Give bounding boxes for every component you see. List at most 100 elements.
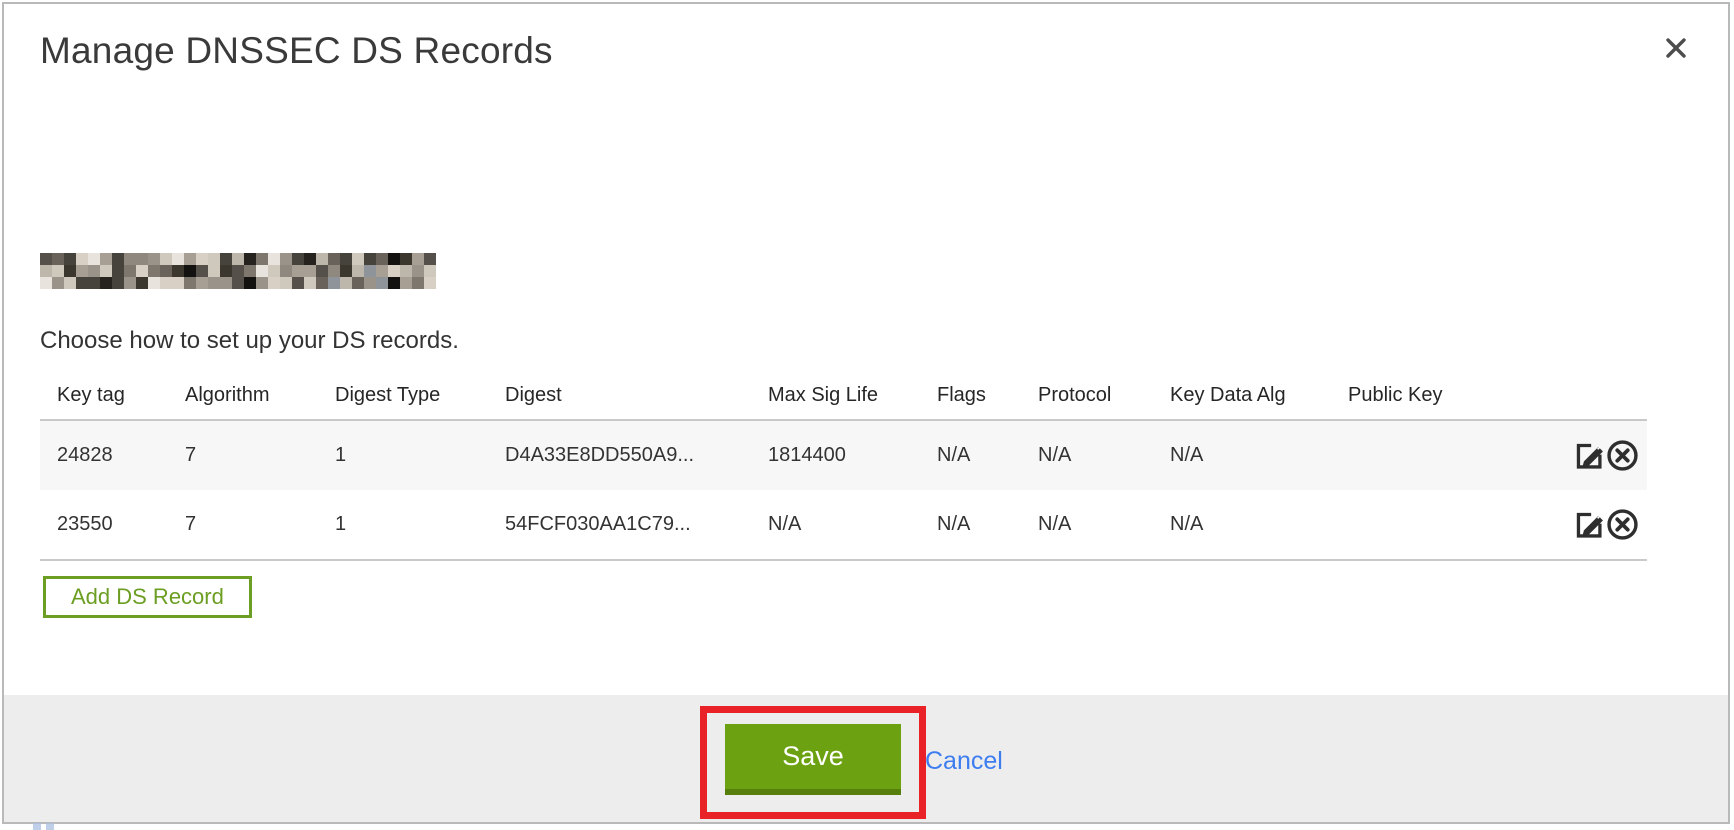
redacted-pixel bbox=[292, 253, 304, 265]
redacted-pixel bbox=[244, 253, 256, 265]
cancel-link[interactable]: Cancel bbox=[925, 747, 1003, 776]
redacted-pixel bbox=[316, 277, 328, 289]
remove-record-button[interactable] bbox=[1606, 439, 1639, 472]
redacted-pixel bbox=[148, 277, 160, 289]
redacted-pixel bbox=[64, 265, 76, 277]
redacted-pixel bbox=[124, 265, 136, 277]
remove-record-button[interactable] bbox=[1606, 508, 1639, 541]
redacted-pixel bbox=[340, 253, 352, 265]
redacted-pixel bbox=[184, 253, 196, 265]
page-background-artifact bbox=[33, 823, 57, 830]
redacted-pixel bbox=[52, 265, 64, 277]
cell-max-sig-life: 1814400 bbox=[768, 444, 937, 467]
redacted-pixel bbox=[220, 277, 232, 289]
redacted-pixel bbox=[280, 253, 292, 265]
redacted-pixel bbox=[196, 277, 208, 289]
table-body: 24828 7 1 D4A33E8DD550A9... 1814400 N/A … bbox=[40, 419, 1647, 561]
redacted-pixel bbox=[304, 253, 316, 265]
redacted-pixel bbox=[304, 277, 316, 289]
cell-digest: D4A33E8DD550A9... bbox=[505, 444, 768, 467]
row-actions bbox=[1530, 439, 1647, 472]
redacted-pixel bbox=[268, 253, 280, 265]
redacted-pixel bbox=[256, 253, 268, 265]
remove-icon bbox=[1606, 508, 1639, 541]
redacted-pixel bbox=[376, 265, 388, 277]
redacted-pixel bbox=[208, 253, 220, 265]
column-header-algorithm: Algorithm bbox=[185, 384, 335, 407]
column-header-key-tag: Key tag bbox=[40, 384, 185, 407]
redacted-pixel bbox=[220, 265, 232, 277]
redacted-pixel bbox=[208, 277, 220, 289]
cell-digest: 54FCF030AA1C79... bbox=[505, 513, 768, 536]
redacted-pixel bbox=[112, 265, 124, 277]
redacted-pixel bbox=[232, 277, 244, 289]
redacted-pixel bbox=[256, 265, 268, 277]
ds-record-row-2: 23550 7 1 54FCF030AA1C79... N/A N/A N/A … bbox=[40, 490, 1647, 559]
redacted-pixel bbox=[328, 265, 340, 277]
column-header-flags: Flags bbox=[937, 384, 1038, 407]
redacted-pixel bbox=[316, 265, 328, 277]
redacted-pixel bbox=[412, 253, 424, 265]
redacted-pixel bbox=[316, 253, 328, 265]
redacted-pixel bbox=[76, 277, 88, 289]
redacted-pixel bbox=[280, 265, 292, 277]
redacted-pixel bbox=[196, 265, 208, 277]
redacted-pixel bbox=[376, 253, 388, 265]
redacted-pixel bbox=[280, 277, 292, 289]
add-ds-record-button[interactable]: Add DS Record bbox=[43, 576, 252, 618]
redacted-pixel bbox=[256, 277, 268, 289]
row-actions bbox=[1530, 508, 1647, 541]
redacted-pixel bbox=[112, 277, 124, 289]
redacted-pixel bbox=[340, 277, 352, 289]
cell-flags: N/A bbox=[937, 513, 1038, 536]
save-button[interactable]: Save bbox=[725, 724, 901, 795]
redacted-pixel bbox=[340, 265, 352, 277]
redacted-pixel bbox=[364, 277, 376, 289]
column-header-digest-type: Digest Type bbox=[335, 384, 505, 407]
redacted-pixel bbox=[304, 265, 316, 277]
cell-digest-type: 1 bbox=[335, 513, 505, 536]
column-header-max-sig-life: Max Sig Life bbox=[768, 384, 937, 407]
edit-record-button[interactable] bbox=[1573, 508, 1606, 541]
manage-dnssec-modal: Manage DNSSEC DS Records Choose how to s… bbox=[2, 2, 1730, 824]
cell-key-tag: 23550 bbox=[40, 513, 185, 536]
redacted-pixel bbox=[364, 253, 376, 265]
ds-records-table: Key tag Algorithm Digest Type Digest Max… bbox=[40, 367, 1647, 561]
redacted-pixel bbox=[232, 253, 244, 265]
redacted-pixel bbox=[232, 265, 244, 277]
cell-max-sig-life: N/A bbox=[768, 513, 937, 536]
column-header-public-key: Public Key bbox=[1348, 384, 1530, 407]
redacted-pixel bbox=[424, 265, 436, 277]
redacted-pixel bbox=[160, 265, 172, 277]
redacted-pixel bbox=[388, 253, 400, 265]
redacted-pixel bbox=[124, 277, 136, 289]
edit-record-button[interactable] bbox=[1573, 439, 1606, 472]
redacted-pixel bbox=[40, 277, 52, 289]
redacted-pixel bbox=[88, 277, 100, 289]
redacted-pixel bbox=[88, 265, 100, 277]
redacted-pixel bbox=[292, 277, 304, 289]
redacted-pixel bbox=[412, 265, 424, 277]
redacted-pixel bbox=[328, 277, 340, 289]
redacted-pixel bbox=[88, 253, 100, 265]
redacted-pixel bbox=[76, 265, 88, 277]
redacted-pixel bbox=[424, 277, 436, 289]
redacted-pixel bbox=[268, 265, 280, 277]
cell-key-data-alg: N/A bbox=[1170, 444, 1348, 467]
redacted-pixel bbox=[100, 265, 112, 277]
column-header-protocol: Protocol bbox=[1038, 384, 1170, 407]
redacted-pixel bbox=[148, 265, 160, 277]
redacted-pixel bbox=[268, 277, 280, 289]
redacted-domain-name bbox=[40, 253, 436, 289]
redacted-pixel bbox=[160, 277, 172, 289]
redacted-pixel bbox=[328, 253, 340, 265]
modal-footer: Save Cancel bbox=[4, 695, 1728, 822]
close-button[interactable] bbox=[1654, 26, 1698, 70]
close-icon bbox=[1664, 36, 1688, 60]
redacted-pixel bbox=[376, 277, 388, 289]
redacted-pixel bbox=[52, 277, 64, 289]
redacted-pixel bbox=[184, 265, 196, 277]
redacted-pixel bbox=[136, 265, 148, 277]
redacted-pixel bbox=[64, 277, 76, 289]
redacted-pixel bbox=[352, 277, 364, 289]
